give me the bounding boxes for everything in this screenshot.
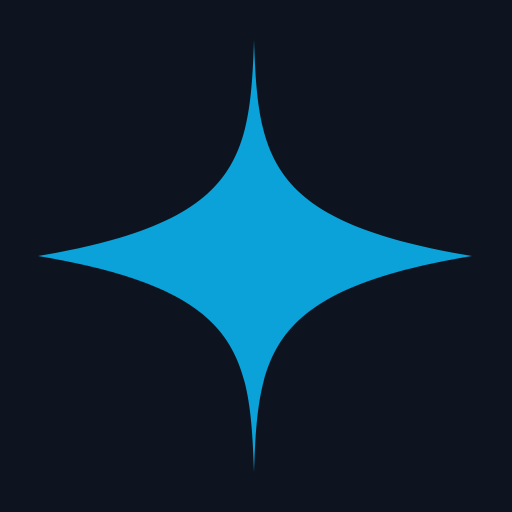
- app-icon-canvas: [0, 0, 512, 512]
- sparkle-shape: [38, 40, 472, 472]
- sparkle-icon: [38, 40, 472, 472]
